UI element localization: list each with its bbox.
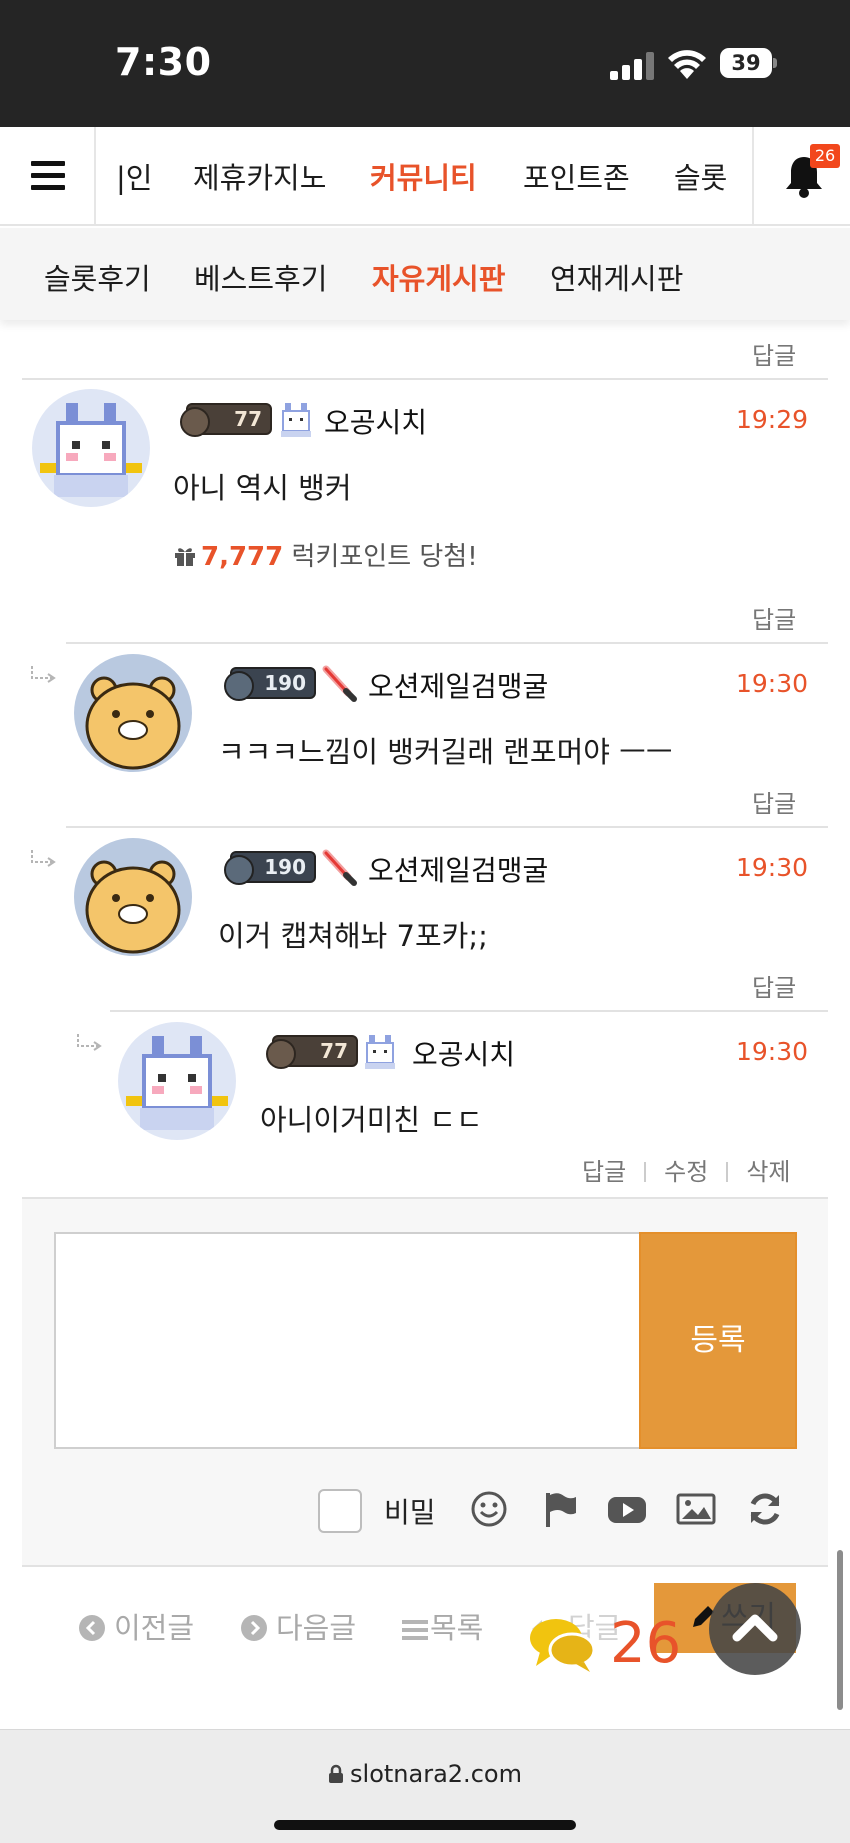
lock-icon [329, 1764, 344, 1783]
lucky-point-notice: 7,777 럭키포인트 당첨! [173, 536, 478, 573]
next-post-label: 다음글 [276, 1611, 357, 1645]
chevron-up-icon [732, 1614, 778, 1642]
reply-arrow-icon [31, 666, 56, 683]
edit-link[interactable]: 수정 [664, 1158, 708, 1186]
sub-nav-item-slot-review[interactable]: 슬롯후기 [44, 256, 151, 298]
cat-emblem-icon [281, 403, 311, 437]
prev-post-button[interactable]: 이전글 [78, 1605, 194, 1647]
speech-bubbles-icon [530, 1619, 596, 1672]
level-badge: 190 [224, 667, 316, 701]
nickname[interactable]: 오공시치 [412, 1033, 515, 1073]
comment-time: 19:30 [736, 669, 809, 698]
comment-time: 19:29 [736, 405, 809, 434]
level-badge: 190 [224, 851, 316, 885]
bear-avatar-icon [74, 838, 192, 956]
list-button[interactable]: 목록 [402, 1605, 483, 1647]
top-nav-item-slot[interactable]: 슬롯 [674, 155, 727, 197]
notification-button[interactable]: 26 [752, 127, 850, 224]
status-bar: 7:30 39 [0, 0, 850, 127]
top-nav-item-login[interactable]: |인 [116, 155, 152, 197]
comment-time: 19:30 [736, 853, 809, 882]
chevron-right-circle-icon [241, 1615, 267, 1641]
secret-label: 비밀 [384, 1496, 436, 1529]
list-label: 목록 [430, 1611, 484, 1645]
comment-actions: 답글 수정 삭제 [582, 1152, 791, 1187]
avatar[interactable] [74, 838, 192, 956]
battery-level: 39 [731, 51, 761, 75]
top-nav: |인 제휴카지노 커뮤니티 포인트존 슬롯 26 [0, 127, 850, 226]
sub-nav-item-free-board[interactable]: 자유게시판 [372, 256, 505, 298]
lightsaber-icon [322, 665, 357, 702]
prev-post-label: 이전글 [114, 1611, 195, 1645]
comment-text: 아니이거미친 ㄷㄷ [260, 1103, 483, 1137]
comment-compose: 등록 비밀 [22, 1197, 828, 1567]
sub-nav-item-best-review[interactable]: 베스트후기 [194, 256, 327, 298]
url-text: slotnara2.com [0, 1760, 850, 1788]
comment-text: ㅋㅋㅋ느낌이 뱅커길래 랜포머야 ㅡㅡ [218, 735, 673, 769]
cat-emblem-icon [365, 1035, 395, 1069]
lucky-points: 7,777 [201, 542, 284, 572]
reply-arrow-icon [77, 1034, 102, 1051]
bear-avatar-icon [74, 654, 192, 772]
avatar[interactable] [118, 1022, 236, 1140]
comment-text: 아니 역시 뱅커 [173, 471, 352, 505]
notification-badge: 26 [810, 144, 840, 168]
battery-icon: 39 [720, 48, 777, 78]
secret-checkbox[interactable] [318, 1489, 362, 1533]
avatar[interactable] [74, 654, 192, 772]
top-nav-item-point-zone[interactable]: 포인트존 [523, 155, 630, 197]
comment-count-button[interactable]: 26 [528, 1612, 728, 1676]
sub-nav-item-serial-board[interactable]: 연재게시판 [550, 256, 683, 298]
delete-link[interactable]: 삭제 [746, 1158, 790, 1186]
list-icon [402, 1620, 428, 1640]
clock: 7:30 [115, 40, 212, 84]
wifi-icon [668, 50, 706, 79]
top-nav-item-community[interactable]: 커뮤니티 [370, 155, 477, 197]
divider [110, 1010, 828, 1012]
comment-textarea[interactable] [54, 1232, 640, 1449]
cellular-signal-icon [610, 52, 654, 80]
pixel-cat-avatar-icon [118, 1022, 236, 1140]
comment-count: 26 [610, 1611, 682, 1676]
nickname[interactable]: 오션제일검맹굴 [368, 849, 548, 889]
reply-link[interactable]: 답글 [752, 968, 796, 1003]
browser-url-bar[interactable]: slotnara2.com [0, 1729, 850, 1843]
comment-text: 이거 캡쳐해놔 7포카;; [218, 919, 488, 953]
scrollbar[interactable] [837, 1550, 843, 1710]
pixel-cat-avatar-icon [32, 389, 150, 507]
reply-link[interactable]: 답글 [752, 600, 796, 635]
divider [22, 378, 828, 380]
home-indicator [274, 1820, 576, 1830]
avatar[interactable] [32, 389, 150, 507]
divider [66, 826, 828, 828]
next-post-button[interactable]: 다음글 [240, 1605, 356, 1647]
level-badge: 77 [180, 403, 272, 437]
image-icon[interactable] [676, 1489, 716, 1529]
reply-link[interactable]: 답글 [752, 336, 796, 371]
chevron-left-circle-icon [79, 1615, 105, 1641]
divider [66, 642, 828, 644]
submit-button[interactable]: 등록 [639, 1232, 797, 1449]
scroll-to-top-button[interactable] [709, 1583, 801, 1675]
hamburger-menu-icon[interactable] [0, 127, 96, 224]
youtube-icon[interactable] [607, 1489, 647, 1529]
lightsaber-icon [322, 849, 357, 886]
top-nav-item-partner-casino[interactable]: 제휴카지노 [193, 155, 326, 197]
flag-icon[interactable] [538, 1489, 578, 1529]
top-nav-items: |인 제휴카지노 커뮤니티 포인트존 슬롯 [96, 127, 752, 224]
nickname[interactable]: 오션제일검맹굴 [368, 665, 548, 705]
reply-link[interactable]: 답글 [752, 784, 796, 819]
lucky-suffix: 럭키포인트 당첨! [283, 542, 478, 572]
url-label: slotnara2.com [350, 1760, 522, 1788]
sub-nav: 슬롯후기 베스트후기 자유게시판 연재게시판 [0, 228, 850, 320]
gift-icon [175, 548, 195, 567]
refresh-icon[interactable] [745, 1489, 785, 1529]
level-badge: 77 [266, 1035, 358, 1069]
nickname[interactable]: 오공시치 [324, 401, 427, 441]
smiley-icon[interactable] [469, 1489, 509, 1529]
comment-time: 19:30 [736, 1037, 809, 1066]
reply-arrow-icon [31, 850, 56, 867]
reply-link[interactable]: 답글 [582, 1158, 626, 1186]
